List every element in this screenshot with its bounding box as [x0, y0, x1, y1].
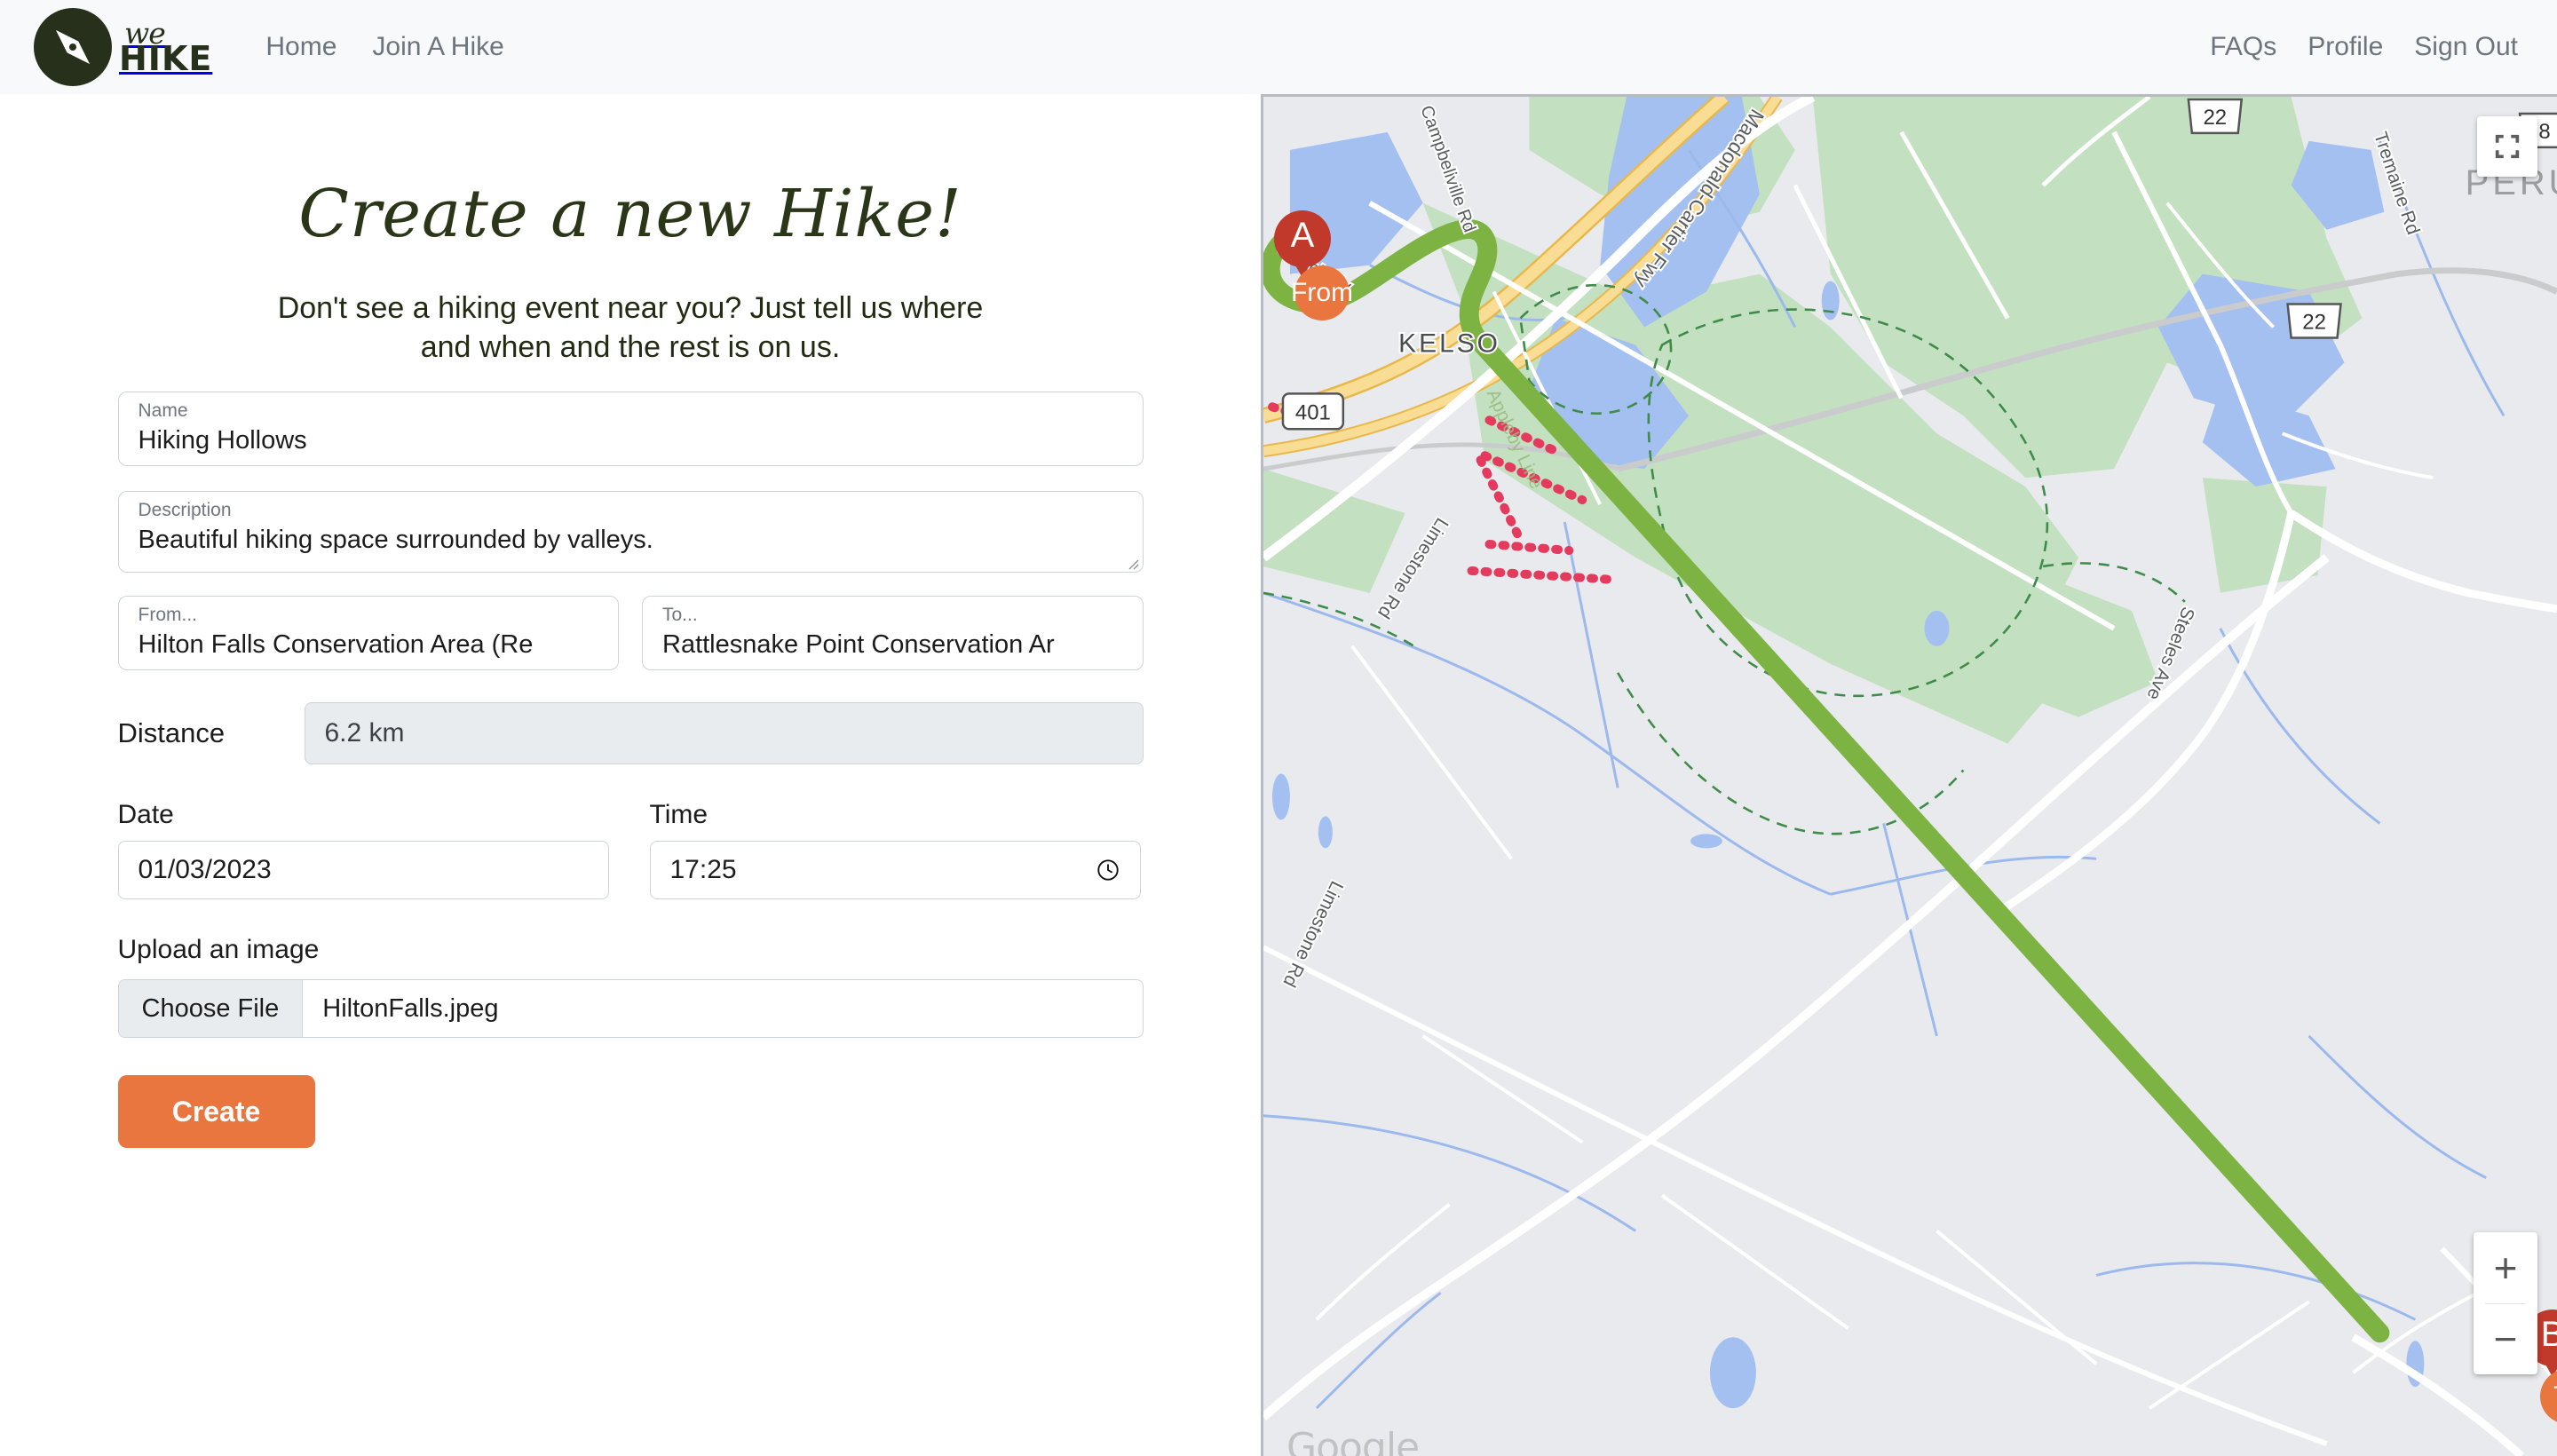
zoom-in-button[interactable]: +	[2474, 1232, 2537, 1303]
upload-label: Upload an image	[117, 935, 320, 965]
from-to-row: From... Hilton Falls Conservation Area (…	[117, 596, 1144, 671]
map-marker-origin-label[interactable]: From	[1291, 265, 1353, 320]
to-field-label: To...	[662, 605, 698, 626]
route-map[interactable]: 401 22 22 8 PERU KELSO Macdonald-Cartier…	[1261, 94, 2557, 1456]
map-canvas: 401 22 22 8 PERU KELSO Macdonald-Cartier…	[1263, 97, 2557, 1456]
resize-handle-icon[interactable]	[1125, 556, 1139, 570]
highway-shield-22-top: 22	[2187, 98, 2244, 135]
date-col: Date 01/03/2023	[117, 800, 609, 900]
date-input-value: 01/03/2023	[138, 855, 272, 885]
svg-text:22: 22	[2203, 106, 2227, 130]
fullscreen-icon[interactable]	[2477, 116, 2537, 177]
from-field[interactable]: From... Hilton Falls Conservation Area (…	[117, 596, 619, 671]
description-field-value: Beautiful hiking space surrounded by val…	[138, 526, 653, 555]
choose-file-button[interactable]: Choose File	[118, 980, 304, 1038]
svg-text:401: 401	[1295, 400, 1331, 424]
description-field-label: Description	[138, 500, 232, 521]
from-field-label: From...	[138, 605, 198, 626]
distance-row: Distance 6.2 km	[117, 702, 1144, 765]
time-input[interactable]: 17:25	[649, 841, 1141, 900]
nav-link-join-a-hike[interactable]: Join A Hike	[372, 32, 503, 62]
name-field[interactable]: Name Hiking Hollows	[117, 392, 1144, 467]
date-label: Date	[117, 800, 174, 830]
highway-shield-401: 401	[1281, 392, 1345, 431]
from-field-value: Hilton Falls Conservation Area (Re	[138, 630, 534, 660]
brand-wordmark: we HIKE	[119, 19, 213, 78]
to-field[interactable]: To... Rattlesnake Point Conservation Ar	[642, 596, 1144, 671]
time-col: Time 17:25	[649, 800, 1141, 900]
zoom-out-button[interactable]: −	[2474, 1304, 2537, 1375]
to-field-value: Rattlesnake Point Conservation Ar	[662, 630, 1055, 660]
time-label: Time	[649, 800, 709, 830]
file-upload-row[interactable]: Choose File HiltonFalls.jpeg	[117, 979, 1144, 1039]
date-input[interactable]: 01/03/2023	[117, 841, 609, 900]
name-field-value: Hiking Hollows	[138, 426, 307, 455]
distance-label: Distance	[117, 717, 226, 749]
nav-link-home[interactable]: Home	[265, 32, 336, 62]
navbar: we HIKE Home Join A Hike FAQs Profile Si…	[0, 0, 2557, 94]
create-button[interactable]: Create	[117, 1075, 315, 1149]
description-field[interactable]: Description Beautiful hiking space surro…	[117, 491, 1144, 574]
google-attribution: Google	[1286, 1425, 1420, 1456]
page-title: Create a new Hike!	[298, 176, 962, 252]
selected-file-name: HiltonFalls.jpeg	[322, 993, 499, 1023]
time-input-value: 17:25	[669, 855, 737, 885]
nav-link-faqs[interactable]: FAQs	[2210, 32, 2276, 62]
name-field-label: Name	[138, 400, 188, 422]
brand-hike-text: HIKE	[119, 38, 213, 78]
svg-text:KELSO: KELSO	[1398, 328, 1500, 358]
clock-icon[interactable]	[1096, 858, 1120, 882]
date-time-row: Date 01/03/2023 Time 17:25	[117, 800, 1144, 900]
compass-icon	[34, 8, 112, 86]
brand-logo[interactable]: we HIKE	[34, 8, 212, 86]
secondary-nav: FAQs Profile Sign Out	[2210, 32, 2518, 62]
create-hike-form: Create a new Hike! Don't see a hiking ev…	[117, 94, 1144, 1149]
distance-value: 6.2 km	[304, 702, 1144, 765]
svg-text:22: 22	[2302, 310, 2326, 334]
svg-text:8: 8	[2538, 120, 2550, 144]
primary-nav: Home Join A Hike	[265, 32, 503, 62]
nav-link-profile[interactable]: Profile	[2308, 32, 2383, 62]
map-marker-origin-letter: A	[1290, 216, 1315, 255]
page-subtitle: Don't see a hiking event near you? Just …	[277, 291, 984, 364]
nav-link-sign-out[interactable]: Sign Out	[2414, 32, 2518, 62]
create-hike-panel: Create a new Hike! Don't see a hiking ev…	[0, 94, 1261, 1456]
zoom-controls: + −	[2474, 1232, 2537, 1374]
highway-shield-22-mid: 22	[2286, 303, 2342, 339]
